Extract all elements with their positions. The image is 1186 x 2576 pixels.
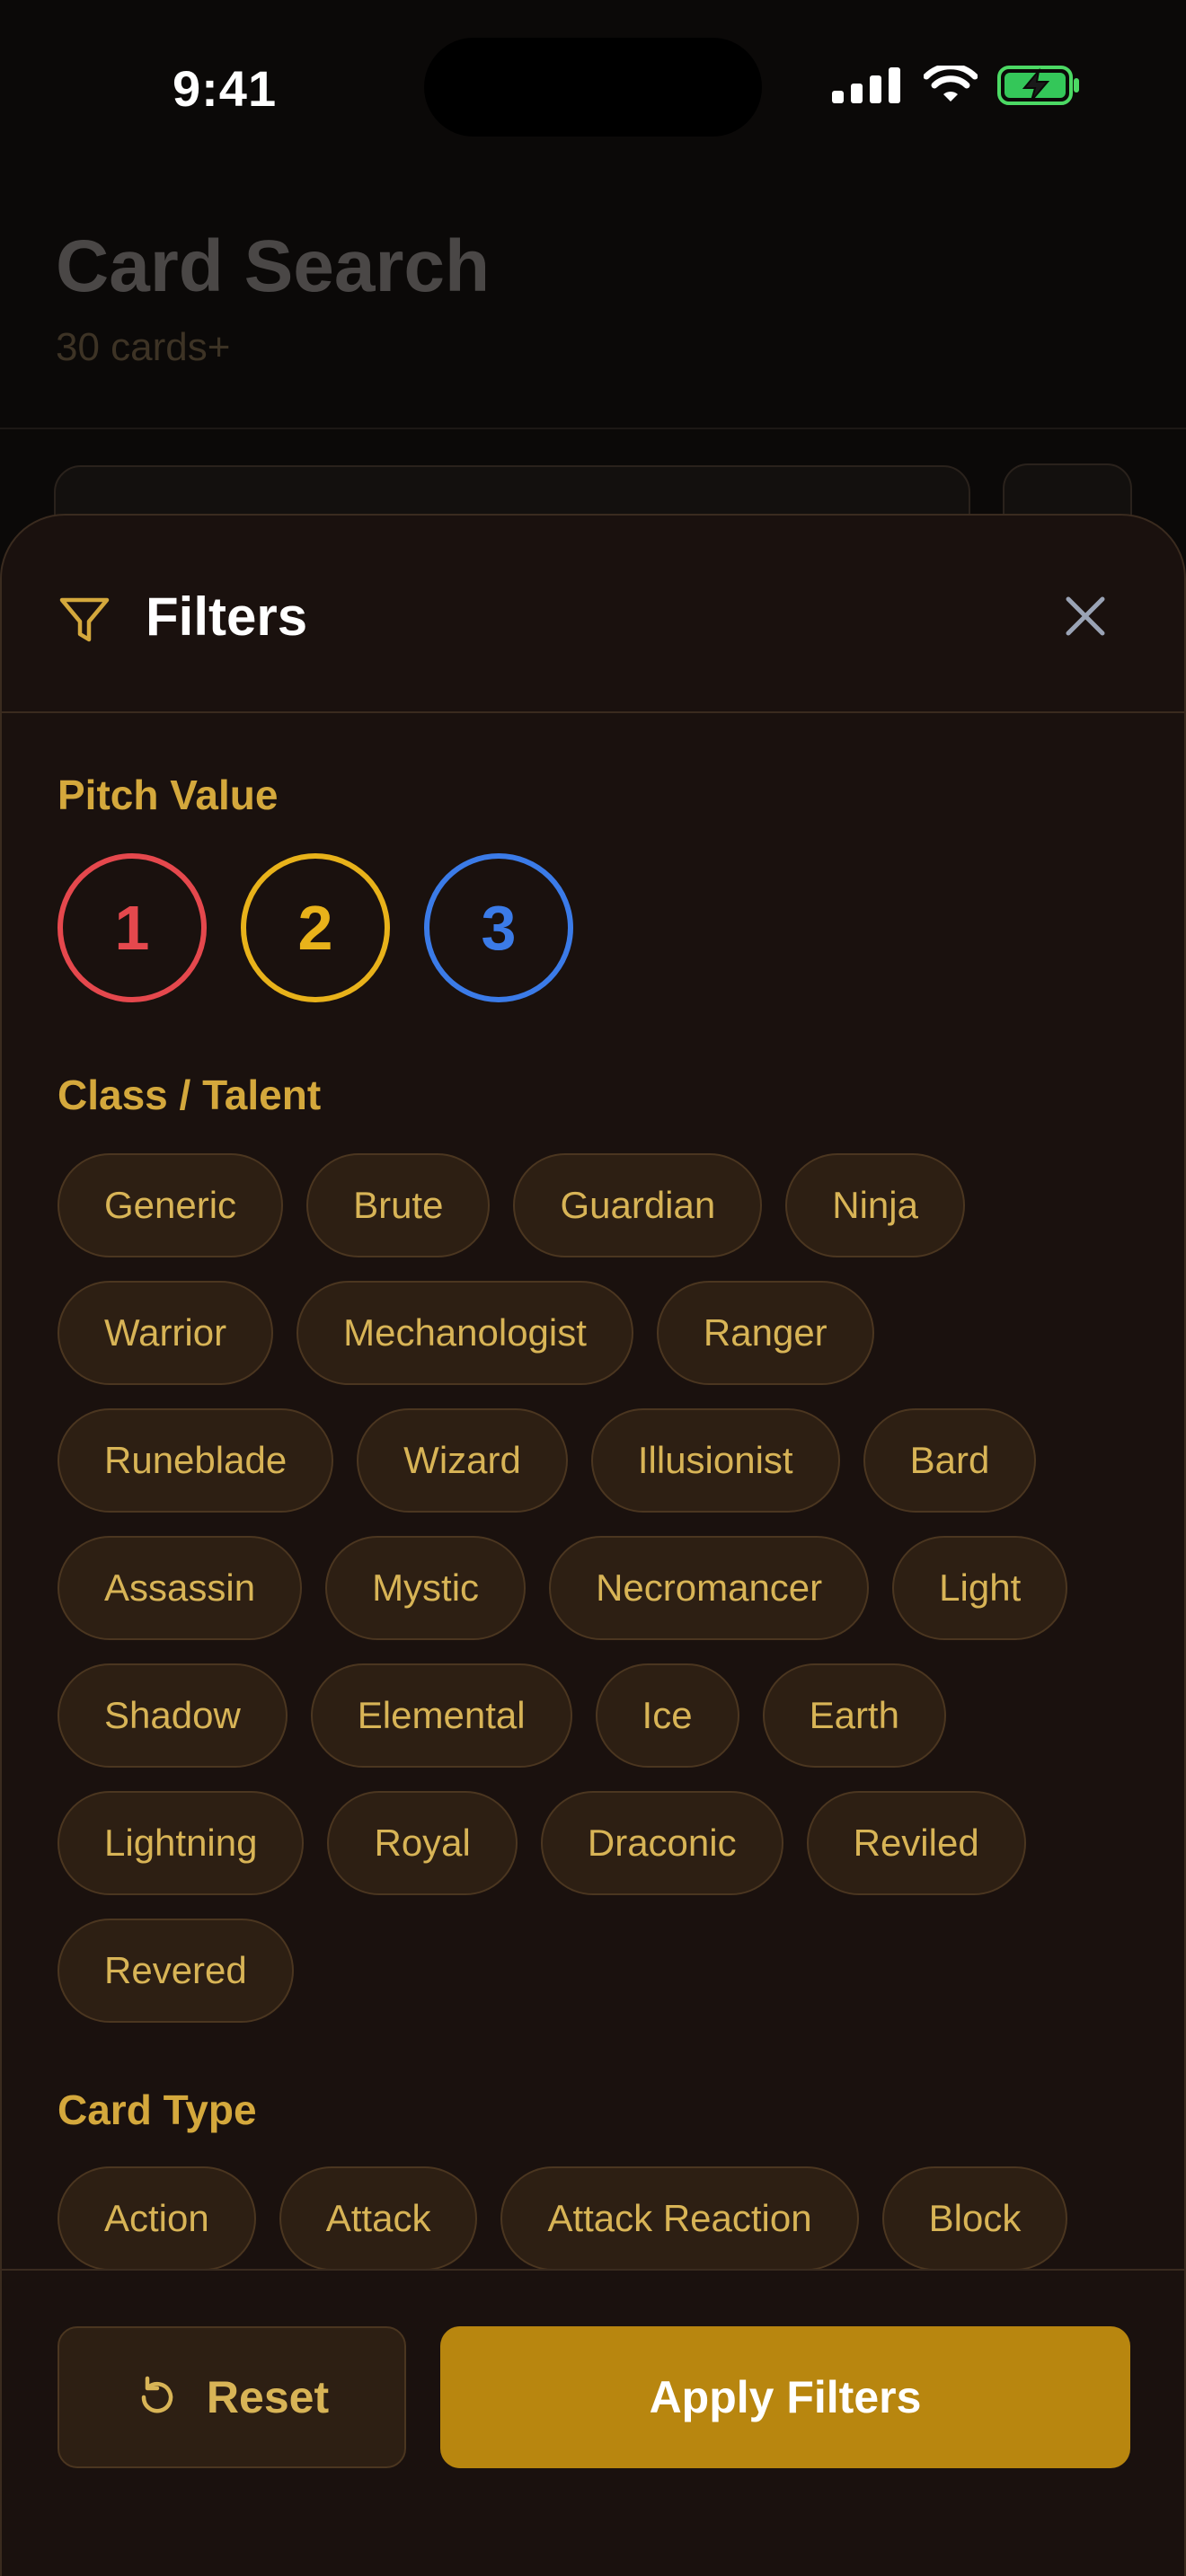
status-icons xyxy=(832,65,1080,106)
class-chip-runeblade[interactable]: Runeblade xyxy=(58,1408,334,1513)
card-count: 30 cards+ xyxy=(56,325,231,369)
sheet-title: Filters xyxy=(146,587,308,647)
reset-button[interactable]: Reset xyxy=(58,2326,406,2468)
close-icon xyxy=(1066,596,1105,636)
reset-label: Reset xyxy=(206,2372,330,2422)
filter-funnel-icon xyxy=(59,597,110,642)
class-chip-bard[interactable]: Bard xyxy=(863,1408,1037,1513)
filters-sheet: Filters Pitch Value 123 Class / Talent G… xyxy=(0,514,1186,2576)
class-chip-earth[interactable]: Earth xyxy=(762,1663,946,1768)
class-chip-generic[interactable]: Generic xyxy=(58,1153,284,1257)
type-chip-attack[interactable]: Attack xyxy=(279,2166,478,2271)
type-chip-action[interactable]: Action xyxy=(58,2166,256,2271)
class-chip-elemental[interactable]: Elemental xyxy=(310,1663,572,1768)
class-chip-wizard[interactable]: Wizard xyxy=(357,1408,568,1513)
class-chip-lightning[interactable]: Lightning xyxy=(58,1791,305,1895)
class-chip-ninja[interactable]: Ninja xyxy=(785,1153,965,1257)
sheet-header: Filters xyxy=(2,516,1184,713)
type-chip-attack-reaction[interactable]: Attack Reaction xyxy=(500,2166,859,2271)
card-type-section-title: Card Type xyxy=(58,2086,257,2133)
dynamic-island xyxy=(424,38,762,137)
status-time: 9:41 xyxy=(173,60,278,117)
class-chip-revered[interactable]: Revered xyxy=(58,1919,294,2023)
page-header: Card Search 30 cards+ xyxy=(0,171,1186,429)
pitch-section-title: Pitch Value xyxy=(58,772,279,818)
reset-icon xyxy=(141,2376,173,2413)
cellular-signal-icon xyxy=(832,67,900,103)
pitch-option-3[interactable]: 3 xyxy=(424,853,573,1002)
screen: 9:41 Card Search 30 cards+ Filters Pitch… xyxy=(0,0,1186,2576)
class-talent-chips: Generic Brute Guardian Ninja Warrior Mechanol… xyxy=(58,1153,1136,2023)
class-chip-reviled[interactable]: Reviled xyxy=(806,1791,1026,1895)
class-chip-light[interactable]: Light xyxy=(892,1536,1068,1640)
class-chip-mystic[interactable]: Mystic xyxy=(325,1536,527,1640)
class-chip-guardian[interactable]: Guardian xyxy=(513,1153,763,1257)
status-bar: 9:41 xyxy=(0,0,1186,171)
class-chip-draconic[interactable]: Draconic xyxy=(540,1791,783,1895)
class-chip-necromancer[interactable]: Necromancer xyxy=(549,1536,870,1640)
class-chip-warrior[interactable]: Warrior xyxy=(58,1281,274,1385)
class-chip-shadow[interactable]: Shadow xyxy=(58,1663,288,1768)
class-chip-mechanologist[interactable]: Mechanologist xyxy=(296,1281,633,1385)
class-chip-ice[interactable]: Ice xyxy=(595,1663,739,1768)
pitch-options: 123 xyxy=(58,853,573,1002)
sheet-footer: Reset Apply Filters xyxy=(2,2269,1184,2576)
class-chip-brute[interactable]: Brute xyxy=(306,1153,491,1257)
class-chip-royal[interactable]: Royal xyxy=(327,1791,518,1895)
class-chip-assassin[interactable]: Assassin xyxy=(58,1536,303,1640)
class-chip-illusionist[interactable]: Illusionist xyxy=(590,1408,840,1513)
battery-charging-icon xyxy=(997,66,1079,105)
page-title: Card Search xyxy=(56,225,491,307)
class-section-title: Class / Talent xyxy=(58,1072,322,1118)
pitch-option-1[interactable]: 1 xyxy=(58,853,207,1002)
apply-filters-button[interactable]: Apply Filters xyxy=(440,2326,1130,2468)
type-chip-block[interactable]: Block xyxy=(881,2166,1068,2271)
close-button[interactable] xyxy=(1058,589,1112,643)
class-chip-ranger[interactable]: Ranger xyxy=(656,1281,874,1385)
pitch-option-2[interactable]: 2 xyxy=(241,853,390,1002)
apply-filters-label: Apply Filters xyxy=(649,2372,922,2422)
wifi-icon xyxy=(924,66,978,101)
card-type-chips: Action Attack Attack Reaction Block xyxy=(58,2166,1136,2271)
